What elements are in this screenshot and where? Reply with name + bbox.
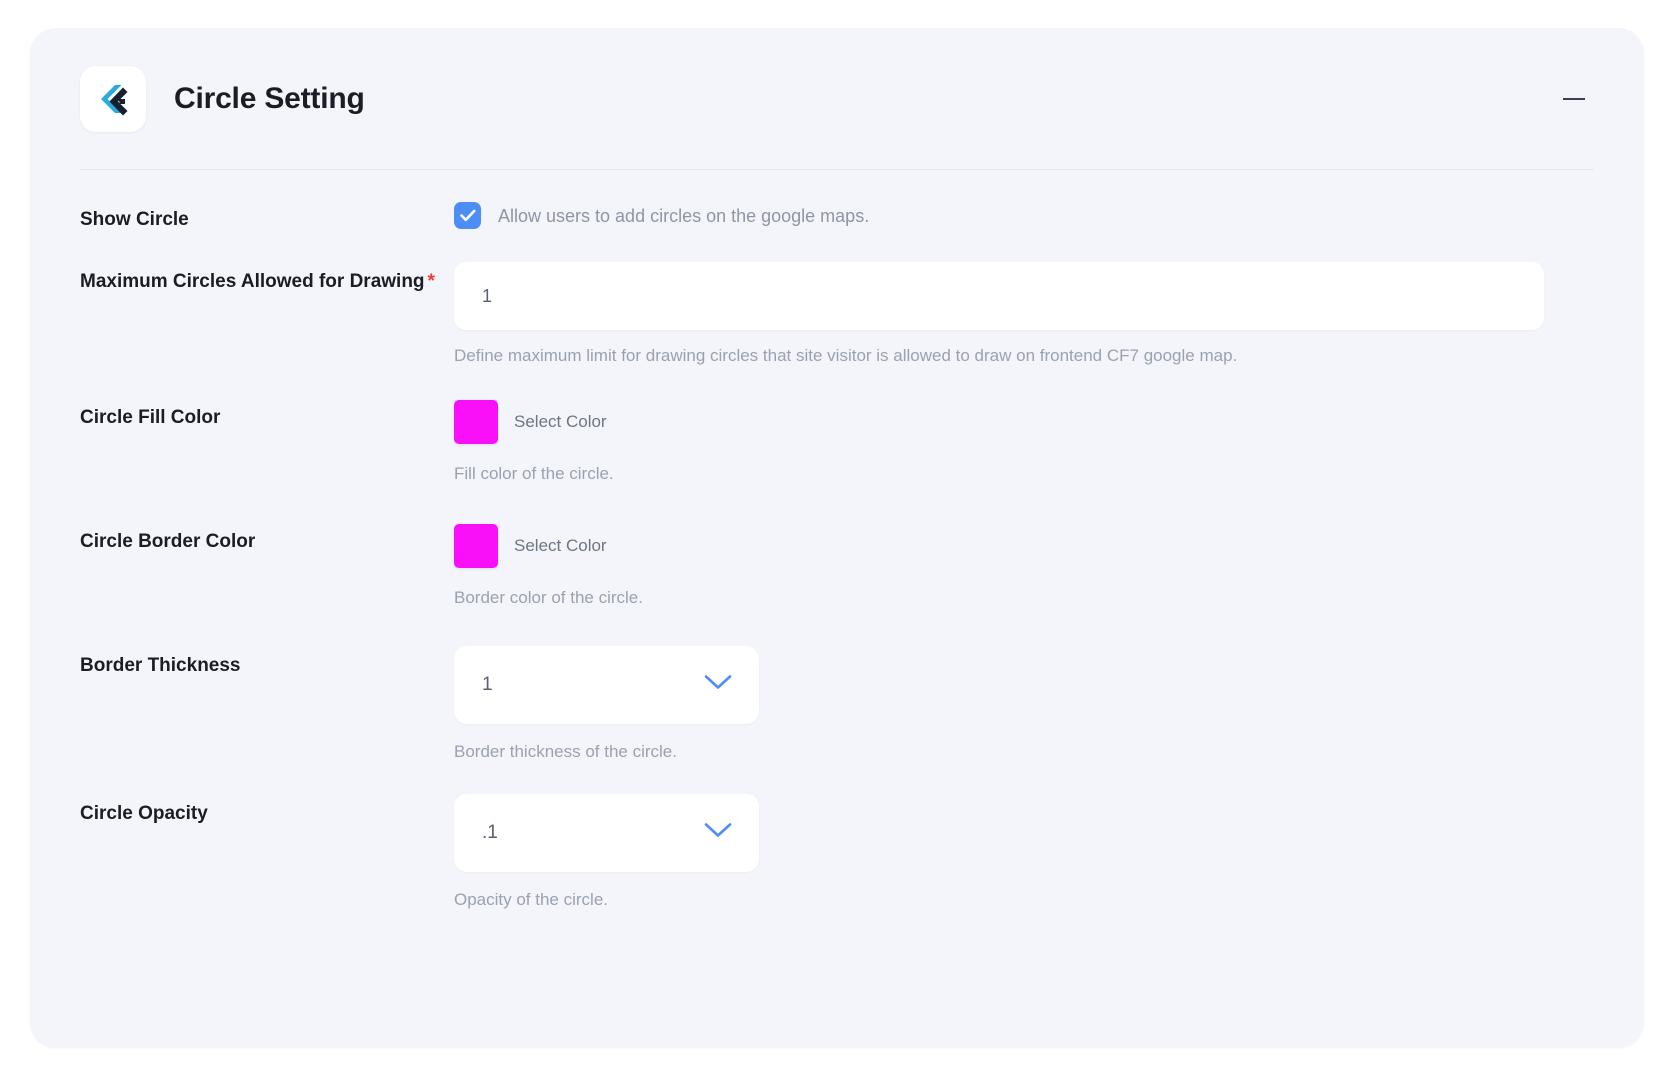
border-thickness-select[interactable]: 1	[454, 646, 759, 724]
row-circle-border-color: Circle Border Color Select Color Border …	[80, 522, 1594, 610]
circle-border-color-helper: Border color of the circle.	[454, 588, 643, 607]
border-thickness-field: 1 Border thickness of the circle.	[454, 646, 1594, 764]
circle-border-color-picker[interactable]: Select Color	[454, 522, 607, 568]
circle-border-color-swatch[interactable]	[454, 524, 498, 568]
border-thickness-select-wrap[interactable]: 1	[454, 646, 759, 724]
row-max-circles: Maximum Circles Allowed for Drawing* Def…	[80, 262, 1594, 368]
bottom-strip	[0, 1070, 1674, 1076]
show-circle-field: Allow users to add circles on the google…	[454, 200, 1594, 229]
circle-border-color-field: Select Color Border color of the circle.	[454, 522, 1594, 610]
circle-opacity-select[interactable]: .1	[454, 794, 759, 872]
circle-border-color-swatch-label: Select Color	[514, 536, 607, 555]
max-circles-label: Maximum Circles Allowed for Drawing *	[80, 262, 454, 298]
circle-opacity-label: Circle Opacity	[80, 803, 208, 824]
row-border-thickness: Border Thickness 1 Border thickness of t…	[80, 646, 1594, 764]
row-show-circle: Show Circle Allow users to add circles o…	[80, 200, 1594, 236]
circle-fill-color-swatch[interactable]	[454, 400, 498, 444]
flutter-chevron-logo-icon	[80, 65, 146, 132]
show-circle-checkbox-wrap[interactable]: Allow users to add circles on the google…	[454, 200, 1594, 229]
border-thickness-value: 1	[482, 674, 493, 695]
show-circle-checkbox-label: Allow users to add circles on the google…	[498, 205, 870, 226]
circle-opacity-field: .1 Opacity of the circle.	[454, 794, 1594, 912]
circle-fill-color-swatch-label: Select Color	[514, 412, 607, 431]
minimize-button[interactable]	[1554, 79, 1594, 119]
circle-fill-color-label: Circle Fill Color	[80, 407, 221, 428]
circle-fill-color-helper: Fill color of the circle.	[454, 464, 614, 483]
circle-opacity-helper: Opacity of the circle.	[454, 890, 609, 909]
circle-opacity-value: .1	[482, 822, 498, 843]
max-circles-helper: Define maximum limit for drawing circles…	[454, 346, 1238, 365]
row-circle-fill-color: Circle Fill Color Select Color Fill colo…	[80, 398, 1594, 486]
circle-fill-color-field: Select Color Fill color of the circle.	[454, 398, 1594, 486]
border-thickness-helper: Border thickness of the circle.	[454, 742, 677, 761]
show-circle-label: Show Circle	[80, 209, 189, 230]
circle-opacity-select-wrap[interactable]: .1	[454, 794, 759, 872]
panel-header: Circle Setting	[80, 28, 1594, 170]
minimize-icon	[1563, 97, 1585, 100]
required-asterisk: *	[427, 271, 435, 292]
page-title: Circle Setting	[174, 81, 365, 115]
border-thickness-label: Border Thickness	[80, 655, 241, 676]
circle-fill-color-picker[interactable]: Select Color	[454, 398, 607, 444]
circle-setting-panel: Circle Setting Show Circle Allow users t…	[30, 28, 1644, 1048]
row-circle-opacity: Circle Opacity .1 Opacity of the circle.	[80, 794, 1594, 912]
circle-border-color-label: Circle Border Color	[80, 531, 256, 552]
max-circles-field: Define maximum limit for drawing circles…	[454, 262, 1594, 368]
show-circle-checkbox[interactable]	[454, 202, 481, 229]
max-circles-label-text: Maximum Circles Allowed for Drawing	[80, 271, 425, 292]
page-root: Circle Setting Show Circle Allow users t…	[0, 0, 1674, 1076]
max-circles-input[interactable]	[454, 262, 1544, 330]
panel-body: Show Circle Allow users to add circles o…	[80, 170, 1594, 912]
